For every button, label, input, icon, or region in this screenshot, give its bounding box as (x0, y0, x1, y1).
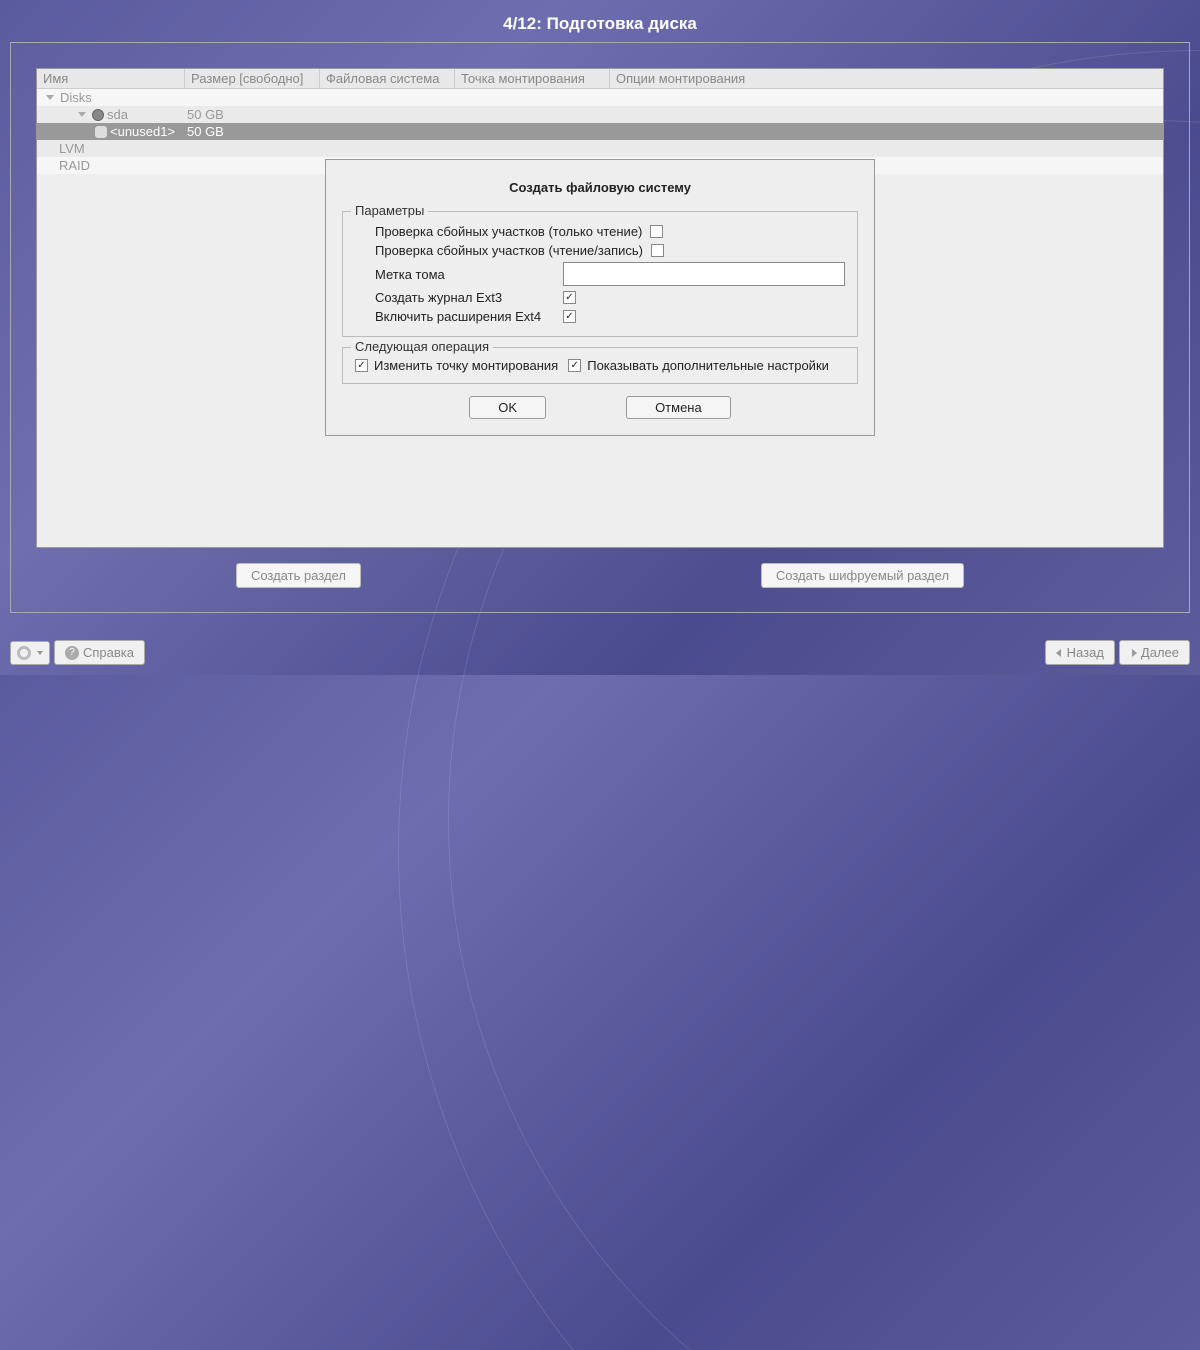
ext3-journal-checkbox[interactable] (563, 291, 576, 304)
expander-icon[interactable] (46, 95, 54, 100)
tree-size: 50 GB (185, 124, 320, 139)
col-name[interactable]: Имя (37, 69, 185, 88)
gear-icon (17, 646, 31, 660)
chevron-left-icon (1056, 649, 1061, 657)
cancel-button[interactable]: Отмена (626, 396, 731, 419)
tree-header: Имя Размер [свободно] Файловая система Т… (37, 69, 1163, 89)
back-button[interactable]: Назад (1045, 640, 1115, 665)
col-mount-options[interactable]: Опции монтирования (610, 69, 1163, 88)
chevron-down-icon (37, 651, 43, 655)
back-label: Назад (1067, 645, 1104, 660)
tree-row-disks[interactable]: Disks (37, 89, 1163, 106)
create-encrypted-partition-button[interactable]: Создать шифруемый раздел (761, 563, 964, 588)
tree-row-lvm[interactable]: LVM (37, 140, 1163, 157)
tree-label: <unused1> (110, 124, 175, 139)
tree-label: RAID (59, 158, 90, 173)
next-op-legend: Следующая операция (351, 339, 493, 354)
create-partition-button[interactable]: Создать раздел (236, 563, 361, 588)
footer-bar: ? Справка Назад Далее (10, 640, 1190, 665)
change-mount-checkbox[interactable] (355, 359, 368, 372)
volume-label-label: Метка тома (375, 267, 555, 282)
chevron-right-icon (1132, 649, 1137, 657)
ext4-ext-label: Включить расширения Ext4 (375, 309, 555, 324)
tree-row-sda[interactable]: sda 50 GB (37, 106, 1163, 123)
tree-label: LVM (59, 141, 85, 156)
create-filesystem-dialog: Создать файловую систему Параметры Прове… (325, 159, 875, 436)
check-rw-checkbox[interactable] (651, 244, 664, 257)
help-icon: ? (65, 646, 79, 660)
next-label: Далее (1141, 645, 1179, 660)
next-button[interactable]: Далее (1119, 640, 1190, 665)
installer-panel: Имя Размер [свободно] Файловая система Т… (10, 42, 1190, 613)
page-title: 4/12: Подготовка диска (0, 0, 1200, 48)
col-size[interactable]: Размер [свободно] (185, 69, 320, 88)
help-button[interactable]: ? Справка (54, 640, 145, 665)
tree-row-unused[interactable]: <unused1> 50 GB (37, 123, 1163, 140)
tree-label: sda (107, 107, 128, 122)
show-advanced-checkbox[interactable] (568, 359, 581, 372)
check-rw-label: Проверка сбойных участков (чтение/запись… (375, 243, 643, 258)
check-ro-checkbox[interactable] (650, 225, 663, 238)
settings-button[interactable] (10, 641, 50, 665)
next-op-fieldset: Следующая операция Изменить точку монтир… (342, 347, 858, 384)
col-mountpoint[interactable]: Точка монтирования (455, 69, 610, 88)
check-ro-label: Проверка сбойных участков (только чтение… (375, 224, 642, 239)
partition-icon (95, 126, 107, 138)
ext4-ext-checkbox[interactable] (563, 310, 576, 323)
expander-icon[interactable] (78, 112, 86, 117)
col-filesystem[interactable]: Файловая система (320, 69, 455, 88)
tree-size: 50 GB (185, 107, 320, 122)
tree-label: Disks (60, 90, 92, 105)
show-advanced-label: Показывать дополнительные настройки (587, 358, 829, 373)
params-fieldset: Параметры Проверка сбойных участков (тол… (342, 211, 858, 337)
disk-icon (92, 109, 104, 121)
volume-label-input[interactable] (563, 262, 845, 286)
ext3-journal-label: Создать журнал Ext3 (375, 290, 555, 305)
ok-button[interactable]: OK (469, 396, 546, 419)
partition-actions: Создать раздел Создать шифруемый раздел (36, 563, 1164, 588)
change-mount-label: Изменить точку монтирования (374, 358, 558, 373)
disk-tree-panel: Имя Размер [свободно] Файловая система Т… (36, 68, 1164, 548)
params-legend: Параметры (351, 203, 428, 218)
help-label: Справка (83, 645, 134, 660)
